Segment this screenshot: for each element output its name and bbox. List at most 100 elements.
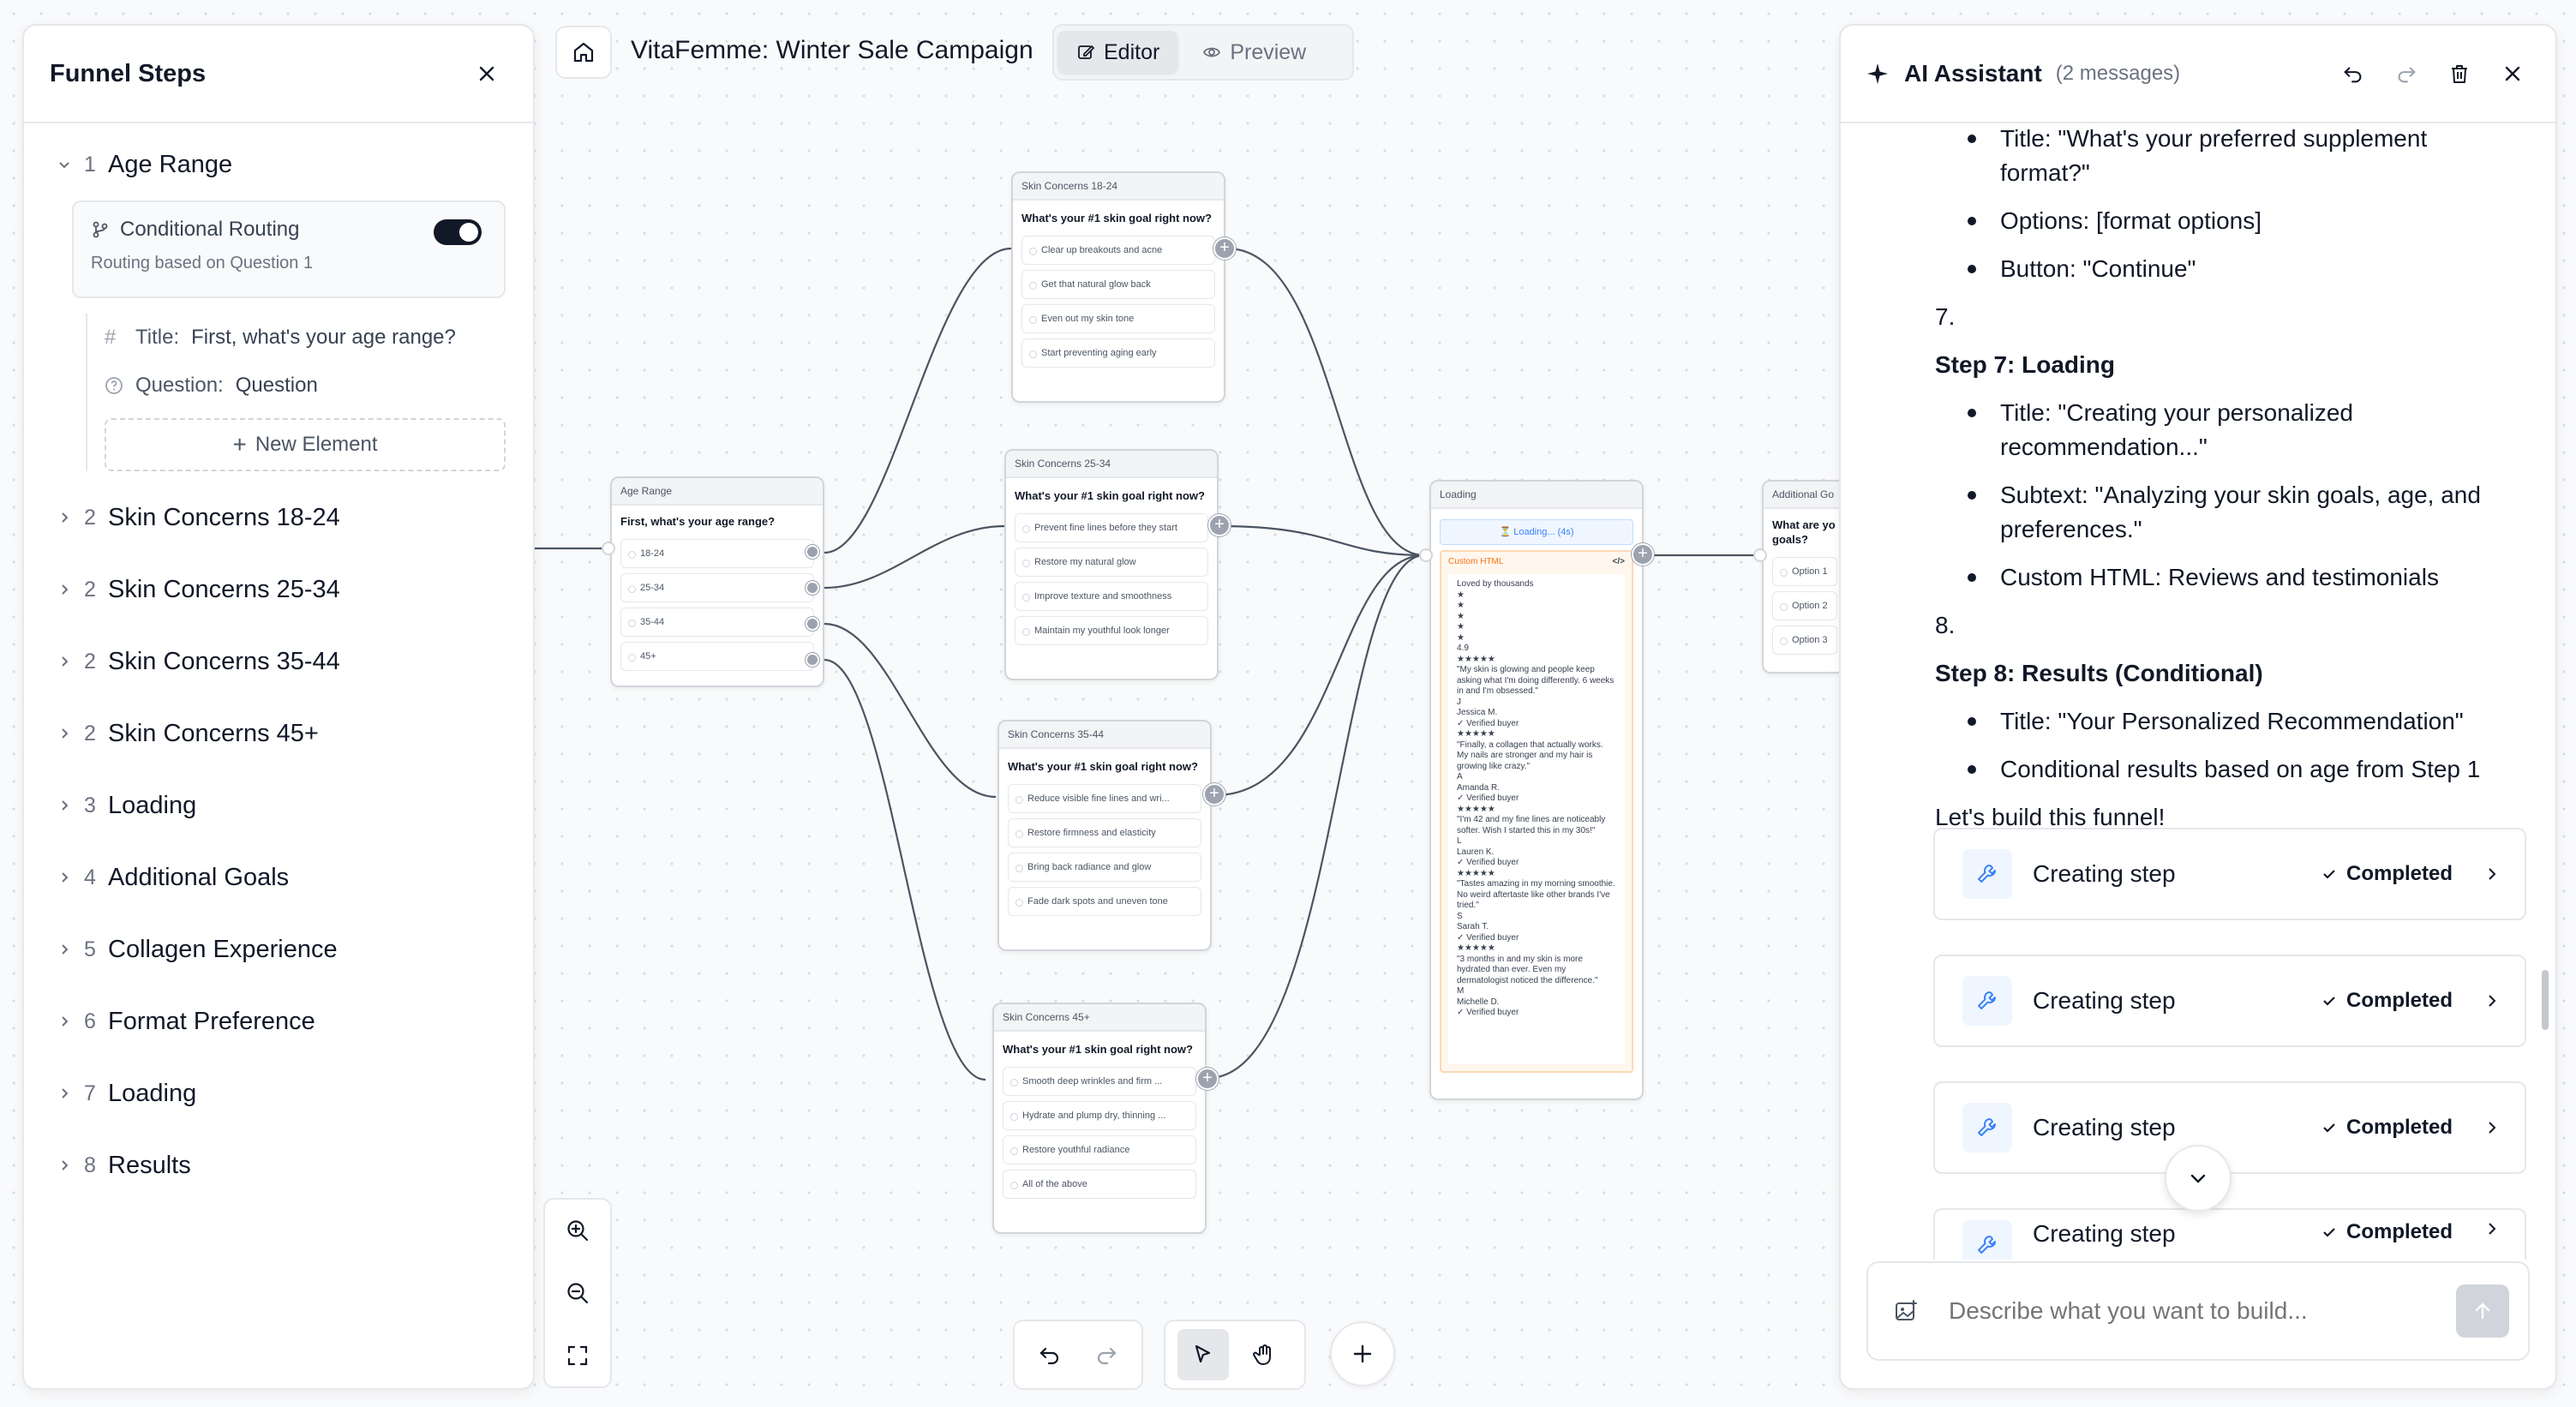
node-loading[interactable]: Loading ⏳ Loading... (4s) Custom HTML </… xyxy=(1429,480,1644,1100)
custom-html-line: "Finally, a collagen that actually works… xyxy=(1457,739,1603,771)
step-row[interactable]: 4 Additional Goals xyxy=(24,841,533,913)
step-row[interactable]: 6 Format Preference xyxy=(24,985,533,1057)
select-tool-button[interactable] xyxy=(1177,1329,1229,1380)
redo-button[interactable] xyxy=(1083,1329,1129,1380)
node-option[interactable]: 18-24 xyxy=(620,539,814,568)
zoom-out-button[interactable] xyxy=(559,1274,596,1312)
branch-icon xyxy=(93,221,108,238)
add-connection-handle[interactable]: + xyxy=(1208,514,1231,536)
node-option[interactable]: Prevent fine lines before they start xyxy=(1015,513,1208,542)
chat-scrollbar[interactable] xyxy=(2542,970,2549,1030)
chat-bullet: Title: "Creating your personalized recom… xyxy=(1968,396,2490,464)
node-additional-goals[interactable]: Additional Go What are yo goals? Option … xyxy=(1762,480,1848,674)
home-button[interactable] xyxy=(555,26,612,79)
element-row-title[interactable]: # Title: First, what's your age range? xyxy=(105,314,506,362)
node-option[interactable]: All of the above xyxy=(1003,1170,1196,1199)
node-input-handle[interactable] xyxy=(602,542,615,555)
node-input-handle[interactable] xyxy=(1419,548,1433,562)
node-option[interactable]: 25-34 xyxy=(620,573,814,602)
node-option[interactable]: Restore my natural glow xyxy=(1015,548,1208,577)
step-row-age-range[interactable]: 1 Age Range xyxy=(24,129,533,201)
node-option[interactable]: Reduce visible fine lines and wri... xyxy=(1008,784,1201,813)
node-option[interactable]: Fade dark spots and uneven tone xyxy=(1008,887,1201,916)
node-option[interactable]: Get that natural glow back xyxy=(1021,270,1215,299)
step-row[interactable]: 2 Skin Concerns 35-44 xyxy=(24,626,533,698)
tool-call-card[interactable]: Creating step Completed xyxy=(1933,1081,2526,1174)
chat-input[interactable] xyxy=(1949,1297,2456,1325)
add-connection-handle[interactable]: + xyxy=(1213,237,1236,260)
node-option[interactable]: Restore youthful radiance xyxy=(1003,1135,1196,1165)
edit-icon xyxy=(1078,45,1095,59)
node-option[interactable]: Smooth deep wrinkles and firm ... xyxy=(1003,1067,1196,1096)
step-row[interactable]: 2 Skin Concerns 45+ xyxy=(24,698,533,769)
node-option[interactable]: Hydrate and plump dry, thinning ... xyxy=(1003,1101,1196,1130)
node-option[interactable]: 45+ xyxy=(620,642,814,671)
option-output-handle[interactable] xyxy=(806,545,819,559)
step-row[interactable]: 3 Loading xyxy=(24,769,533,841)
custom-html-label: Custom HTML xyxy=(1448,557,1504,566)
node-question: What's your #1 skin goal right now? xyxy=(1008,760,1198,773)
attach-image-button[interactable] xyxy=(1887,1292,1925,1330)
fit-view-button[interactable] xyxy=(559,1337,596,1374)
add-connection-handle[interactable]: + xyxy=(1632,543,1654,566)
element-row-question[interactable]: Question: Question xyxy=(105,362,506,410)
chevron-right-icon xyxy=(57,1014,75,1029)
step-name: Skin Concerns 18-24 xyxy=(108,503,340,531)
node-skin-concerns-18-24[interactable]: Skin Concerns 18-24 What's your #1 skin … xyxy=(1011,171,1225,403)
option-output-handle[interactable] xyxy=(806,617,819,631)
preview-tab[interactable]: Preview xyxy=(1183,31,1325,74)
pan-tool-button[interactable] xyxy=(1239,1329,1291,1380)
step-number: 1 xyxy=(84,152,96,177)
node-option[interactable]: Clear up breakouts and acne xyxy=(1021,236,1215,265)
option-output-handle[interactable] xyxy=(806,581,819,595)
clear-chat-button[interactable] xyxy=(2441,55,2478,93)
node-option[interactable]: Option 2 xyxy=(1772,591,1837,620)
node-option[interactable]: 35-44 xyxy=(620,608,814,637)
node-option[interactable]: Restore firmness and elasticity xyxy=(1008,818,1201,847)
node-input-handle[interactable] xyxy=(1753,548,1767,562)
editor-tab[interactable]: Editor xyxy=(1057,31,1179,74)
step-row[interactable]: 5 Collagen Experience xyxy=(24,913,533,985)
node-title: Loading xyxy=(1431,482,1642,509)
step-row[interactable]: 8 Results xyxy=(24,1129,533,1201)
tool-call-card[interactable]: Creating step Completed xyxy=(1933,1208,2526,1260)
new-element-button[interactable]: + New Element xyxy=(105,418,506,471)
scroll-to-bottom-button[interactable] xyxy=(2165,1145,2232,1212)
redo-icon xyxy=(2398,67,2416,83)
node-skin-concerns-25-34[interactable]: Skin Concerns 25-34 What's your #1 skin … xyxy=(1004,449,1219,680)
tool-call-card[interactable]: Creating step Completed xyxy=(1933,955,2526,1047)
routing-toggle[interactable] xyxy=(434,219,482,245)
send-button[interactable] xyxy=(2456,1284,2509,1338)
node-skin-concerns-45-plus[interactable]: Skin Concerns 45+ What's your #1 skin go… xyxy=(992,1003,1207,1234)
check-icon xyxy=(2323,1228,2335,1237)
assistant-redo-button[interactable] xyxy=(2387,55,2425,93)
add-node-button[interactable] xyxy=(1330,1321,1395,1386)
wrench-icon xyxy=(1962,976,2012,1026)
node-option[interactable]: Maintain my youthful look longer xyxy=(1015,616,1208,645)
assistant-undo-button[interactable] xyxy=(2334,55,2372,93)
node-option[interactable]: Option 3 xyxy=(1772,626,1837,655)
node-option[interactable]: Option 1 xyxy=(1772,557,1837,586)
node-option[interactable]: Bring back radiance and glow xyxy=(1008,853,1201,882)
undo-button[interactable] xyxy=(1027,1329,1073,1380)
node-option[interactable]: Even out my skin tone xyxy=(1021,304,1215,333)
node-skin-concerns-35-44[interactable]: Skin Concerns 35-44 What's your #1 skin … xyxy=(997,720,1212,951)
step-number: 2 xyxy=(84,721,96,745)
option-output-handle[interactable] xyxy=(806,653,819,667)
node-age-range[interactable]: Age Range First, what's your age range? … xyxy=(610,476,824,687)
wrench-icon xyxy=(1962,1220,2012,1260)
close-panel-button[interactable] xyxy=(468,55,506,93)
add-connection-handle[interactable]: + xyxy=(1203,783,1225,805)
zoom-in-button[interactable] xyxy=(559,1212,596,1249)
step-row[interactable]: 7 Loading xyxy=(24,1057,533,1129)
check-icon xyxy=(2323,1123,2335,1133)
step-row[interactable]: 2 Skin Concerns 18-24 xyxy=(24,482,533,554)
custom-html-line: ★ xyxy=(1457,611,1465,621)
tool-call-status: Completed xyxy=(2345,862,2453,885)
node-option[interactable]: Improve texture and smoothness xyxy=(1015,582,1208,611)
step-row[interactable]: 2 Skin Concerns 25-34 xyxy=(24,554,533,626)
tool-call-card[interactable]: Creating step Completed xyxy=(1933,828,2526,920)
close-assistant-button[interactable] xyxy=(2494,55,2531,93)
node-option[interactable]: Start preventing aging early xyxy=(1021,338,1215,368)
add-connection-handle[interactable]: + xyxy=(1196,1068,1219,1090)
